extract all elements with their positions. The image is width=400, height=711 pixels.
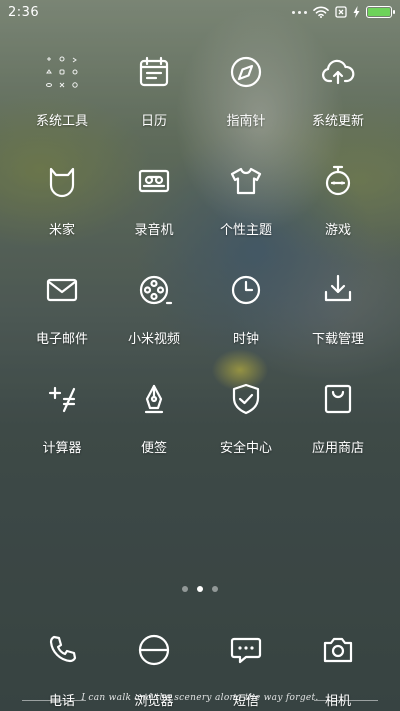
charging-icon [353,6,360,18]
app-mi-video[interactable]: 小米视频 [108,268,200,377]
app-label: 电子邮件 [35,332,88,347]
tshirt-icon [224,159,268,203]
app-system-tools[interactable]: 系统工具 [16,50,108,159]
app-system-update[interactable]: 系统更新 [292,50,384,159]
app-calculator[interactable]: 计算器 [16,377,108,486]
calculator-icon [40,377,84,421]
page-dot-active [197,586,203,592]
cassette-icon [132,159,176,203]
app-games[interactable]: 游戏 [292,159,384,268]
shopping-bag-icon [316,377,360,421]
clock-icon [224,268,268,312]
status-time: 2:36 [8,4,40,20]
wifi-icon [313,6,329,18]
app-label: 个性主题 [219,223,272,238]
app-label: 系统更新 [311,114,364,129]
camera-icon [316,628,360,672]
app-recorder[interactable]: 录音机 [108,159,200,268]
page-dot [182,586,188,592]
calendar-icon [132,50,176,94]
wallpaper-caption: I can walk and the scenery along the way… [0,693,400,703]
mijia-icon [40,159,84,203]
app-label: 安全中心 [219,441,272,456]
app-security[interactable]: 安全中心 [200,377,292,486]
phone-icon [40,628,84,672]
app-compass[interactable]: 指南针 [200,50,292,159]
app-label: 日历 [140,114,167,129]
game-icon [316,159,360,203]
status-bar: 2:36 [0,0,400,24]
download-icon [316,268,360,312]
app-label: 应用商店 [311,441,364,456]
battery-icon [366,6,395,18]
app-store[interactable]: 应用商店 [292,377,384,486]
cloud-upload-icon [316,50,360,94]
app-label: 系统工具 [35,114,88,129]
app-notes[interactable]: 便签 [108,377,200,486]
app-label: 小米视频 [127,332,180,347]
app-mijia[interactable]: 米家 [16,159,108,268]
app-calendar[interactable]: 日历 [108,50,200,159]
app-downloads[interactable]: 下载管理 [292,268,384,377]
page-dot [212,586,218,592]
app-label: 下载管理 [311,332,364,347]
app-label: 指南针 [226,114,266,129]
app-label: 米家 [48,223,75,238]
pen-nib-icon [132,377,176,421]
app-clock[interactable]: 时钟 [200,268,292,377]
app-label: 计算器 [42,441,82,456]
mail-icon [40,268,84,312]
compass-icon [224,50,268,94]
app-label: 录音机 [134,223,174,238]
app-label: 游戏 [324,223,351,238]
sim-off-icon [335,6,347,18]
status-icons [292,6,395,18]
app-email[interactable]: 电子邮件 [16,268,108,377]
page-indicator[interactable] [0,586,400,592]
app-grid: 系统工具 日历 指南针 系统更新 米家 录音机 个性主题 游戏 电子邮件 小米视… [16,50,384,486]
app-label: 便签 [140,441,167,456]
browser-icon [132,628,176,672]
folder-tools-icon [40,50,84,94]
app-themes[interactable]: 个性主题 [200,159,292,268]
shield-check-icon [224,377,268,421]
app-label: 时钟 [232,332,259,347]
signal-dots-icon [292,10,307,14]
film-reel-icon [132,268,176,312]
message-icon [224,628,268,672]
